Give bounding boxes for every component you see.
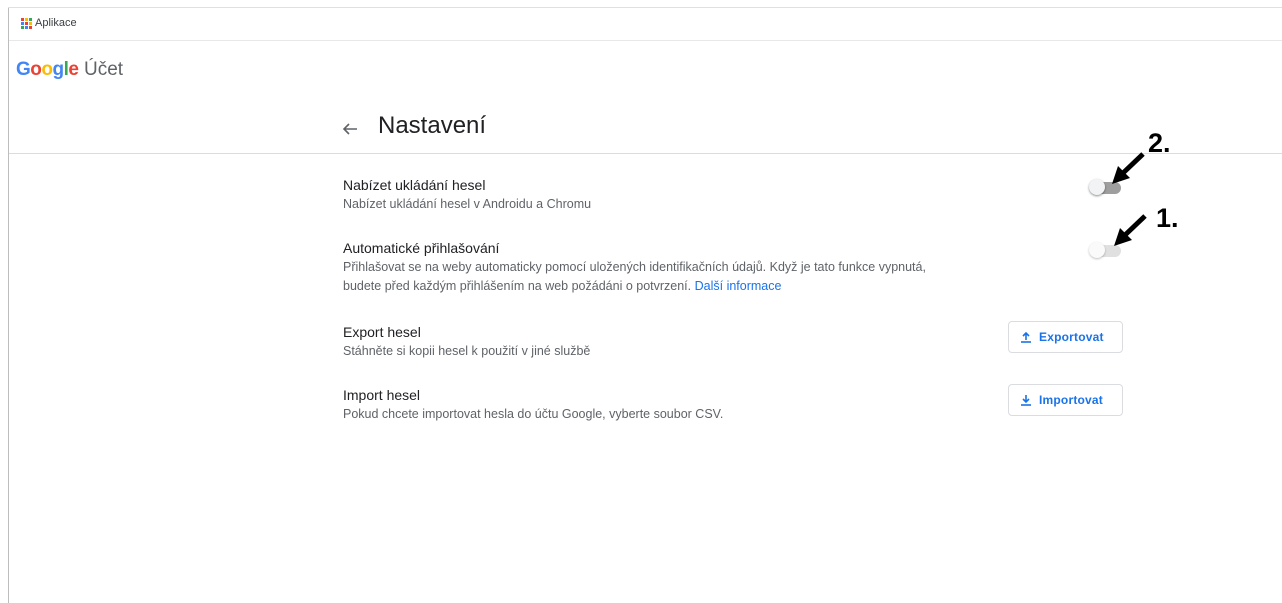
auto-signin-description-line2: budete před každým přihlášením na web po… [343,279,782,293]
annotation-arrow-2 [1112,152,1145,184]
offer-save-title: Nabízet ukládání hesel [343,177,486,193]
export-button[interactable]: Exportovat [1008,321,1123,353]
auto-signin-description-line1: Přihlašovat se na weby automaticky pomoc… [343,260,926,274]
annotation-label-1: 1. [1156,203,1179,233]
apps-bookmark-label[interactable]: Aplikace [35,17,77,29]
page-header: Nastavení [9,105,1282,154]
annotation-arrow-1 [1114,214,1147,246]
upload-icon [1019,330,1033,344]
offer-save-description: Nabízet ukládání hesel v Androidu a Chro… [343,197,592,211]
google-logo[interactable]: Google [16,59,79,81]
annotation-label-2: 2. [1148,128,1171,158]
import-button-label: Importovat [1039,393,1104,407]
page-title: Nastavení [378,112,487,139]
download-icon [1019,393,1033,407]
learn-more-link[interactable]: Další informace [695,279,782,293]
bookmarks-bar: Aplikace [9,8,1282,41]
toggle-thumb [1089,179,1105,195]
apps-grid-icon[interactable] [21,18,32,29]
account-header: Google Účet [9,41,1282,105]
auto-signin-setting: Automatické přihlašování Přihlašovat se … [343,239,1133,296]
back-arrow-icon[interactable] [342,113,358,143]
export-button-label: Exportovat [1039,330,1104,344]
auto-signin-title: Automatické přihlašování [343,240,500,256]
product-name: Účet [84,59,124,80]
offer-save-setting: Nabízet ukládání hesel Nabízet ukládání … [343,176,1133,214]
import-button[interactable]: Importovat [1008,384,1123,416]
toggle-thumb [1089,242,1105,258]
